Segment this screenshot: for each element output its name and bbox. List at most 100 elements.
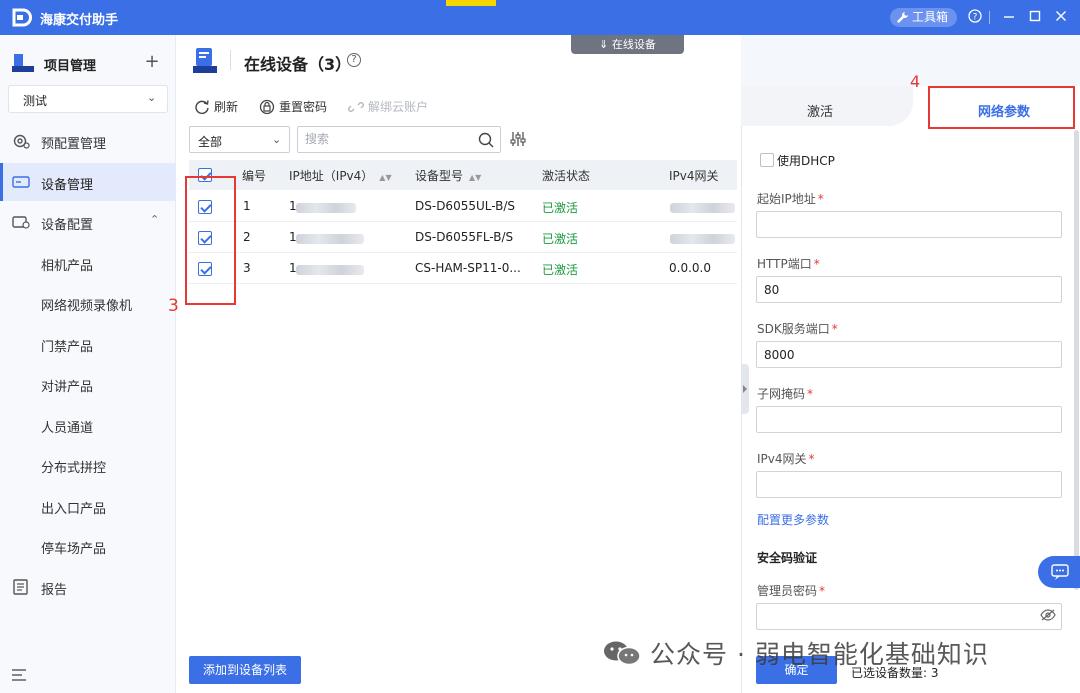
row-no: 3 [243, 261, 251, 275]
title-bar: 海康交付助手 工具箱 ? [0, 0, 1080, 35]
app-logo-icon [12, 8, 32, 27]
col-no: 编号 [242, 169, 267, 183]
col-model[interactable]: 设备型号 ▲▼ [415, 167, 481, 184]
unbind-cloud-button[interactable]: 解绑云账户 [348, 97, 428, 117]
row-status: 已激活 [542, 232, 579, 246]
help-icon[interactable]: ? [347, 53, 361, 67]
add-to-device-list-button[interactable]: 添加到设备列表 [189, 656, 301, 684]
admin-password-input[interactable] [756, 603, 1062, 630]
start-ip-input[interactable] [756, 211, 1062, 238]
sub-item-label: 人员通道 [41, 421, 94, 436]
device-icon [12, 176, 30, 188]
field-label: HTTP端口 * [757, 255, 820, 272]
field-label: 管理员密码 * [757, 582, 825, 599]
col-gateway: IPv4网关 [669, 169, 719, 183]
chat-icon [1051, 564, 1069, 580]
sub-item-access[interactable]: 门禁产品 [0, 325, 176, 363]
sub-item-camera[interactable]: 相机产品 [0, 244, 176, 282]
row-gateway: 0.0.0.0 [669, 261, 711, 275]
nav-device-management[interactable]: 设备管理 [0, 163, 176, 201]
more-params-link[interactable]: 配置更多参数 [757, 511, 829, 528]
tab-label: 激活 [807, 105, 834, 120]
field-label-text: HTTP端口 [757, 257, 812, 271]
sort-icon[interactable]: ▲▼ [379, 173, 391, 182]
nav-label: 设备配置 [41, 218, 94, 233]
dhcp-checkbox[interactable] [760, 153, 774, 167]
title-divider [989, 11, 990, 24]
header-divider [230, 50, 231, 70]
nav-report[interactable]: 报告 [0, 568, 176, 606]
required-mark: * [807, 387, 814, 401]
field-label: 子网掩码 * [757, 385, 813, 402]
nav-label: 报告 [41, 583, 68, 598]
required-mark: * [819, 584, 826, 598]
reset-password-button[interactable]: 重置密码 [259, 97, 327, 117]
ipv4-gateway-input[interactable] [756, 471, 1062, 498]
blurred-ip [296, 234, 364, 244]
nav-preconfig[interactable]: 预配置管理 [0, 122, 176, 160]
menu-collapse-icon[interactable] [10, 666, 30, 684]
wrench-icon [897, 12, 908, 23]
project-icon [12, 54, 34, 72]
project-select-value: 测试 [23, 94, 48, 108]
sub-item-label: 相机产品 [41, 259, 94, 274]
tab-activate[interactable]: 激活 [741, 86, 913, 126]
filter-select-value: 全部 [198, 135, 223, 149]
filter-settings-icon[interactable] [510, 131, 526, 147]
field-label-text: 起始IP地址 [757, 192, 816, 206]
page-title: 在线设备（3） [244, 55, 352, 74]
watermark-text: 公众号 · 弱电智能化基础知识 [650, 640, 989, 669]
add-project-button[interactable]: + [144, 51, 160, 72]
sub-item-parking[interactable]: 停车场产品 [0, 527, 176, 565]
panel-collapse-handle[interactable] [741, 364, 749, 414]
subnet-mask-input[interactable] [756, 406, 1062, 433]
row-model: CS-HAM-SP11-0... [415, 261, 521, 275]
close-icon[interactable] [1052, 9, 1070, 27]
filter-select[interactable]: 全部 ⌄ [189, 126, 290, 153]
row-status: 已激活 [542, 263, 579, 277]
nav-device-config[interactable]: 设备配置 ⌃ [0, 203, 176, 241]
security-section-title: 安全码验证 [757, 551, 818, 565]
col-ip[interactable]: IP地址（IPv4） ▲▼ [289, 167, 392, 184]
required-mark: * [808, 452, 815, 466]
field-label: 起始IP地址 * [757, 190, 824, 207]
sort-icon[interactable]: ▲▼ [469, 173, 481, 182]
project-select[interactable]: 测试 ⌄ [8, 85, 168, 113]
nav-label: 预配置管理 [41, 137, 107, 152]
help-circle-icon[interactable]: ? [966, 9, 984, 27]
search-icon[interactable] [478, 132, 494, 148]
sub-item-turnstile[interactable]: 人员通道 [0, 406, 176, 444]
blurred-gateway [670, 203, 735, 213]
maximize-icon[interactable] [1026, 9, 1044, 27]
search-input[interactable] [305, 132, 465, 146]
online-device-collapse-tab[interactable]: ⇓ 在线设备 [571, 35, 684, 54]
blurred-ip [296, 265, 364, 275]
refresh-button[interactable]: 刷新 [194, 97, 238, 117]
chevron-up-icon: ⌃ [150, 213, 160, 226]
unbind-cloud-label: 解绑云账户 [368, 100, 429, 114]
sub-item-label: 停车场产品 [41, 542, 107, 557]
minimize-icon[interactable] [1000, 9, 1018, 27]
chat-float-button[interactable] [1038, 556, 1080, 588]
sub-item-video-wall[interactable]: 分布式拼控 [0, 446, 176, 484]
wechat-logo-icon [604, 641, 641, 666]
device-config-icon [12, 216, 30, 229]
search-box[interactable] [297, 126, 501, 153]
field-value: 80 [764, 283, 780, 297]
panel-scrollbar[interactable] [1074, 130, 1079, 590]
sub-item-intercom[interactable]: 对讲产品 [0, 365, 176, 403]
sdk-port-input[interactable]: 8000 [756, 341, 1062, 368]
required-mark: * [813, 257, 820, 271]
online-device-icon [193, 48, 217, 73]
report-icon [13, 579, 28, 595]
field-label: IPv4网关 * [757, 450, 815, 467]
refresh-label: 刷新 [214, 100, 239, 114]
http-port-input[interactable]: 80 [756, 276, 1062, 303]
toolbox-button[interactable]: 工具箱 [890, 8, 957, 27]
sub-item-entrance[interactable]: 出入口产品 [0, 487, 176, 525]
blurred-gateway [670, 234, 735, 244]
sub-item-nvr[interactable]: 网络视频录像机 [0, 284, 176, 322]
field-label-text: IPv4网关 [757, 452, 807, 466]
eye-hidden-icon[interactable] [1040, 608, 1056, 622]
annotation-label-4: 4 [910, 72, 921, 91]
